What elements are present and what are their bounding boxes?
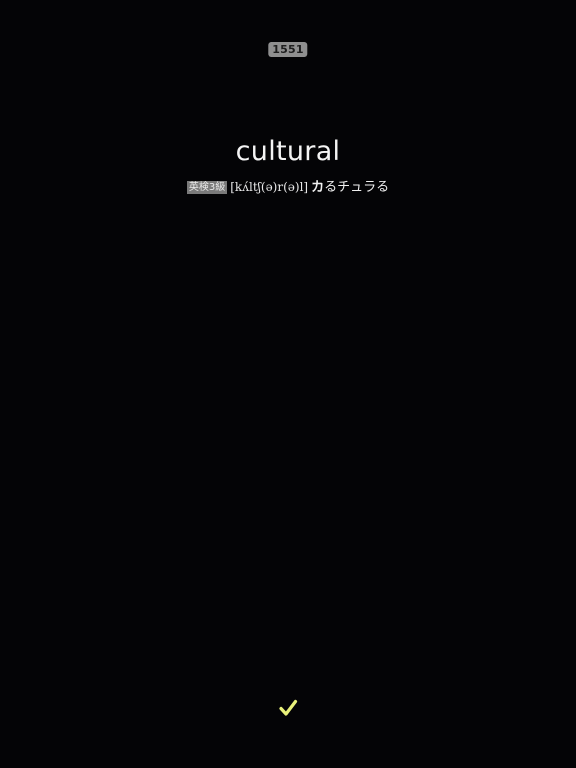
- vocabulary-word: cultural: [235, 136, 341, 167]
- katakana-rest: るチュラる: [324, 180, 390, 195]
- eiken-level-badge: 英検3級: [186, 181, 228, 194]
- pronunciation-text: [kʌ́ltʃ(ə)r(ə)l]: [230, 180, 309, 194]
- checkmark-icon: [279, 699, 298, 716]
- check-button[interactable]: [276, 696, 300, 720]
- katakana-stressed-syllable: カ: [311, 180, 325, 195]
- word-info-line: 英検3級 [kʌ́ltʃ(ə)r(ə)l] カるチュラる: [0, 178, 576, 197]
- katakana-reading: カるチュラる: [311, 180, 389, 195]
- card-counter-badge: 1551: [268, 42, 308, 57]
